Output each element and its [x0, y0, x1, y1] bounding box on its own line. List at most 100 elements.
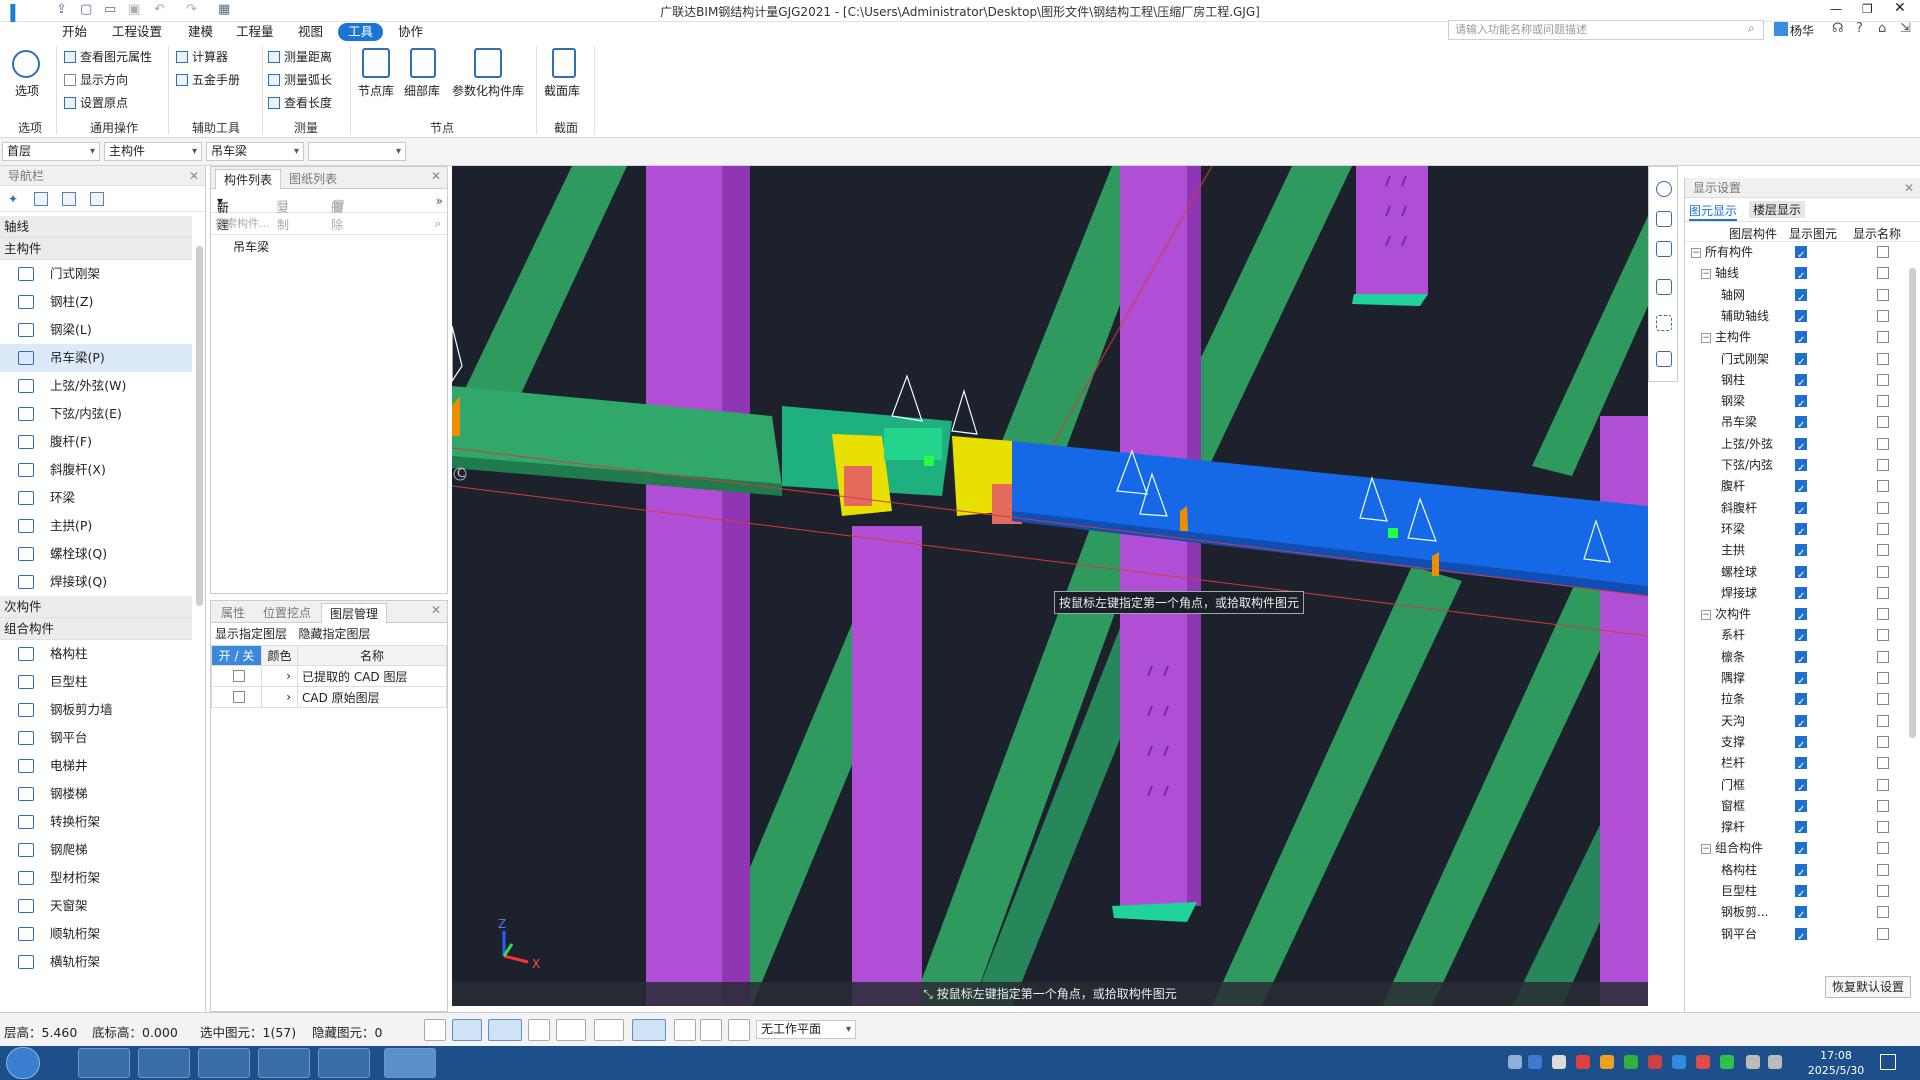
tray-icon-5[interactable]: [1600, 1055, 1614, 1069]
table-row[interactable]: 焊接球: [1685, 583, 1911, 607]
sidebar-item[interactable]: 钢爬梯: [0, 836, 192, 864]
speaker-icon[interactable]: [1768, 1055, 1782, 1069]
clock-time[interactable]: 17:08: [1800, 1049, 1872, 1062]
show-name-checkbox[interactable]: [1877, 246, 1889, 258]
show-element-checkbox[interactable]: [1795, 458, 1807, 479]
show-name-checkbox[interactable]: [1877, 672, 1889, 684]
pin-icon[interactable]: ✦: [8, 192, 22, 206]
sidebar-item[interactable]: 吊车梁(P): [0, 344, 192, 372]
rotate-icon[interactable]: [556, 1019, 586, 1041]
tray-icon-8[interactable]: [1696, 1055, 1710, 1069]
sidebar-item[interactable]: 钢平台: [0, 724, 192, 752]
table-row[interactable]: 檩条: [1685, 647, 1911, 671]
nav-section-axis[interactable]: 轴线: [0, 216, 192, 238]
sidebar-item[interactable]: 下弦/内弦(E): [0, 400, 192, 428]
menu-quantity[interactable]: 工程量: [226, 23, 284, 41]
show-element-checkbox[interactable]: [1795, 799, 1807, 820]
show-element-checkbox[interactable]: [1795, 714, 1807, 735]
collapse-icon[interactable]: −: [1701, 333, 1711, 344]
snap-icon[interactable]: [632, 1019, 666, 1041]
show-element-checkbox[interactable]: [1795, 565, 1807, 586]
show-element-checkbox[interactable]: [1795, 394, 1807, 415]
table-row[interactable]: 隅撑: [1685, 668, 1911, 692]
extra-select[interactable]: [308, 142, 406, 161]
parametric-library-button[interactable]: 参数化构件库: [452, 82, 524, 99]
show-name-checkbox[interactable]: [1877, 331, 1889, 344]
orbit-icon[interactable]: [1656, 181, 1672, 197]
show-name-checkbox[interactable]: [1877, 885, 1889, 897]
table-row[interactable]: 撑杆: [1685, 817, 1911, 841]
list-view-icon[interactable]: [62, 192, 76, 206]
show-name-checkbox[interactable]: [1877, 267, 1889, 280]
view-cube-icon[interactable]: [488, 1019, 522, 1041]
sidebar-item[interactable]: 钢楼梯: [0, 780, 192, 808]
show-element-checkbox[interactable]: [1795, 522, 1807, 543]
show-element-checkbox[interactable]: [1795, 479, 1807, 500]
layer-icon[interactable]: [700, 1019, 722, 1041]
gear-icon[interactable]: [12, 50, 40, 78]
collapse-icon[interactable]: −: [1701, 844, 1711, 855]
sidebar-item[interactable]: 门式刚架: [0, 260, 192, 288]
hardware-manual-button[interactable]: 五金手册: [176, 71, 240, 88]
minimize-icon[interactable]: —: [1830, 2, 1842, 16]
show-name-checkbox[interactable]: [1877, 927, 1889, 940]
notification-icon[interactable]: [1880, 1054, 1896, 1070]
set-origin-button[interactable]: 设置原点: [64, 94, 128, 111]
hide-layer-button[interactable]: 隐藏指定图层: [298, 627, 370, 641]
sidebar-item[interactable]: 横轨桁架: [0, 948, 192, 976]
sidebar-item[interactable]: 格构柱: [0, 640, 192, 668]
sidebar-item[interactable]: 巨型柱: [0, 668, 192, 696]
col-onoff[interactable]: 开 / 关: [211, 645, 262, 666]
show-name-checkbox[interactable]: [1877, 757, 1889, 770]
table-row[interactable]: 螺栓球: [1685, 562, 1911, 586]
show-element-checkbox[interactable]: [1795, 905, 1807, 926]
user-name[interactable]: 杨华: [1790, 22, 1814, 39]
show-name-checkbox[interactable]: [1877, 693, 1889, 706]
calculator-button[interactable]: 计算器: [176, 48, 228, 65]
show-element-checkbox[interactable]: [1795, 628, 1807, 649]
show-element-checkbox[interactable]: [1795, 543, 1807, 564]
show-name-checkbox[interactable]: [1877, 459, 1889, 471]
collapse-icon[interactable]: −: [1691, 248, 1701, 258]
table-row[interactable]: 门式刚架: [1685, 349, 1911, 373]
sidebar-item[interactable]: 型材桁架: [0, 864, 192, 892]
tab-location[interactable]: 位置挖点: [255, 603, 319, 623]
menu-tools[interactable]: 工具: [338, 23, 384, 41]
tray-icon-1[interactable]: [1508, 1055, 1522, 1069]
show-name-checkbox[interactable]: [1877, 309, 1889, 322]
show-element-checkbox[interactable]: [1795, 352, 1807, 373]
show-element-checkbox[interactable]: [1795, 884, 1807, 905]
tray-icon-3[interactable]: [1552, 1055, 1566, 1069]
tab-layer-management[interactable]: 图层管理: [321, 603, 388, 623]
show-name-checkbox[interactable]: [1877, 650, 1889, 663]
menu-project-settings[interactable]: 工程设置: [102, 23, 172, 41]
show-element-checkbox[interactable]: [1795, 586, 1807, 607]
sidebar-item[interactable]: 上弦/外弦(W): [0, 372, 192, 400]
taskbar-app-2[interactable]: [138, 1048, 190, 1078]
show-element-checkbox[interactable]: [1795, 373, 1807, 394]
tab-drawing-list[interactable]: 图纸列表: [281, 169, 345, 189]
table-row[interactable]: − 所有构件: [1685, 242, 1911, 266]
show-element-checkbox[interactable]: [1795, 778, 1807, 799]
tray-icon-2[interactable]: [1528, 1055, 1542, 1069]
3d-view-icon[interactable]: [1656, 241, 1672, 257]
section-library-button[interactable]: 截面库: [544, 82, 580, 99]
detail-library-button[interactable]: 细部库: [404, 82, 440, 99]
collapse-icon[interactable]: −: [1701, 269, 1711, 280]
avatar[interactable]: [1774, 22, 1788, 36]
angle-icon[interactable]: [594, 1019, 624, 1041]
show-element-checkbox[interactable]: [1795, 245, 1807, 266]
table-row[interactable]: − 轴线: [1685, 263, 1911, 287]
tray-icon-6[interactable]: [1624, 1055, 1638, 1069]
nav-section-combo[interactable]: 组合构件: [0, 618, 192, 640]
network-icon[interactable]: [1746, 1055, 1760, 1069]
show-name-checkbox[interactable]: [1877, 778, 1889, 791]
show-element-checkbox[interactable]: [1795, 650, 1807, 671]
help-icon[interactable]: ?: [1856, 21, 1863, 36]
show-name-checkbox[interactable]: [1877, 544, 1889, 557]
show-name-checkbox[interactable]: [1877, 714, 1889, 727]
show-element-checkbox[interactable]: [1795, 671, 1807, 692]
show-element-checkbox[interactable]: [1795, 607, 1807, 628]
table-row[interactable]: 腹杆: [1685, 476, 1911, 500]
show-name-checkbox[interactable]: [1877, 522, 1889, 535]
